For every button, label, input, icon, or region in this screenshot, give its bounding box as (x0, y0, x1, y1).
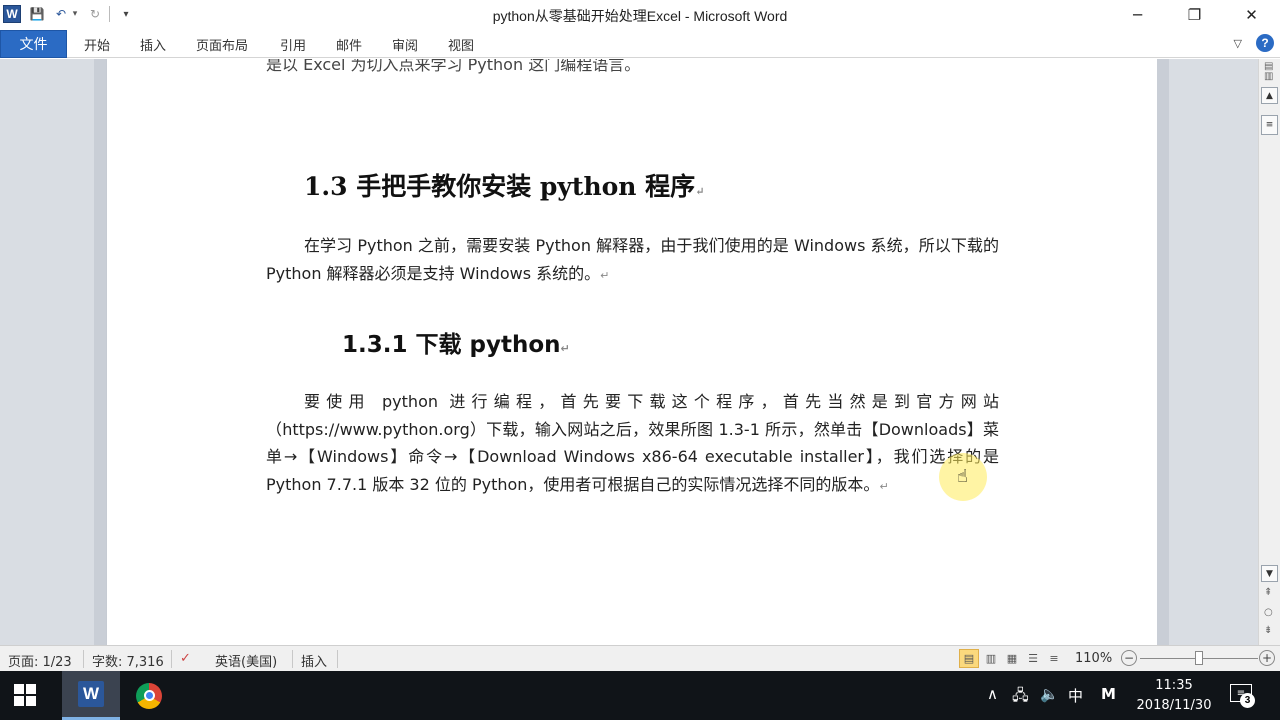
paragraph-download[interactable]: 要使用 python 进行编程，首先要下载这个程序，首先当然是到官方网站（htt… (266, 388, 999, 500)
paragraph-mark: ↵ (560, 342, 570, 355)
paragraph-mark: ↵ (600, 268, 610, 282)
taskbar: W ∧ 🖧 🔈 中 M 11:35 2018/11/30 ≡ 3 (0, 671, 1280, 720)
tab-file[interactable]: 文件 (0, 30, 67, 58)
taskbar-word-button[interactable]: W (62, 671, 120, 720)
heading-1-3[interactable]: 1.3 手把手教你安装 python 程序↵ (304, 167, 704, 203)
restore-button[interactable]: ❐ (1166, 0, 1223, 30)
help-icon[interactable]: ? (1256, 34, 1274, 52)
paragraph-2-text: 要使用 python 进行编程，首先要下载这个程序，首先当然是到官方网站（htt… (266, 392, 999, 494)
status-divider (337, 650, 338, 668)
notification-count-badge: 3 (1240, 693, 1255, 708)
start-button-icon[interactable] (14, 684, 36, 706)
page-indicator[interactable]: 页面: 1/23 (8, 651, 72, 670)
ime-mode-indicator[interactable]: 中 (1068, 685, 1083, 706)
zoom-slider-thumb[interactable] (1195, 651, 1203, 665)
scroll-thumb[interactable]: ≡ (1261, 115, 1278, 135)
minimize-ribbon-icon[interactable]: ▽ (1234, 37, 1242, 50)
paragraph-install-intro[interactable]: 在学习 Python 之前，需要安装 Python 解释器，由于我们使用的是 W… (266, 232, 999, 289)
tab-review[interactable]: 审阅 (392, 35, 418, 54)
paragraph-mark: ↵ (879, 479, 889, 493)
full-screen-reading-icon[interactable]: ▥ (981, 649, 1001, 668)
document-page[interactable] (107, 59, 1157, 645)
language-indicator[interactable]: 英语(美国) (215, 651, 277, 670)
clock-time: 11:35 (1155, 678, 1193, 693)
minimize-button[interactable]: ─ (1109, 0, 1166, 30)
tab-view[interactable]: 视图 (448, 35, 474, 54)
paragraph-mark: ↵ (695, 185, 705, 198)
partial-text-line: 是以 Excel 为切入点来学习 Python 这门编程语言。 (266, 59, 641, 74)
page-shadow-right (1157, 59, 1169, 645)
tab-references[interactable]: 引用 (280, 35, 306, 54)
zoom-out-button[interactable]: − (1121, 650, 1137, 666)
insert-mode[interactable]: 插入 (301, 651, 327, 670)
proofing-icon[interactable]: ✓ (180, 651, 191, 666)
ribbon-right-controls: ▽ ? (1234, 34, 1274, 52)
heading-1-3-text: 1.3 手把手教你安装 python 程序 (304, 172, 696, 201)
volume-icon[interactable]: 🔈 (1040, 685, 1059, 703)
word-count[interactable]: 字数: 7,316 (92, 651, 164, 670)
zoom-level[interactable]: 110% (1075, 651, 1112, 666)
ime-indicator-icon[interactable]: M (1101, 685, 1116, 703)
heading-1-3-1-text: 1.3.1 下载 python (342, 332, 561, 358)
taskbar-chrome-button[interactable] (122, 671, 176, 720)
tray-chevron-icon[interactable]: ∧ (987, 685, 998, 703)
title-bar: W 💾 ↶ ▾ ↻ ▾ python从零基础开始处理Excel - Micros… (0, 0, 1280, 30)
window-controls: ─ ❐ ✕ (1109, 0, 1280, 30)
scroll-up-button[interactable]: ▲ (1261, 87, 1278, 104)
network-icon[interactable]: 🖧 (1012, 685, 1029, 710)
close-button[interactable]: ✕ (1223, 0, 1280, 30)
window-title: python从零基础开始处理Excel - Microsoft Word (492, 8, 788, 24)
document-area[interactable]: 是以 Excel 为切入点来学习 Python 这门编程语言。 1.3 手把手教… (0, 59, 1258, 645)
status-bar: 页面: 1/23 字数: 7,316 ✓ 英语(美国) 插入 ▤ ▥ ▦ ☰ ≡… (0, 645, 1280, 671)
hand-cursor-icon: ☝ (957, 466, 968, 487)
select-browse-object-icon[interactable]: ○ (1264, 607, 1273, 618)
scroll-down-button[interactable]: ▼ (1261, 565, 1278, 582)
view-ruler-icon[interactable]: ▥ (1264, 71, 1273, 82)
draft-view-icon[interactable]: ≡ (1044, 649, 1064, 668)
tab-page-layout[interactable]: 页面布局 (196, 35, 248, 54)
page-shadow-left (94, 59, 107, 645)
clock[interactable]: 11:35 2018/11/30 (1128, 676, 1220, 716)
status-divider (83, 650, 84, 668)
outline-view-icon[interactable]: ☰ (1023, 649, 1043, 668)
ribbon-tabs: 文件 开始 插入 页面布局 引用 邮件 审阅 视图 ▽ ? (0, 30, 1280, 58)
tab-mailings[interactable]: 邮件 (336, 35, 362, 54)
word-icon: W (78, 681, 104, 707)
status-divider (171, 650, 172, 668)
paragraph-1-text: 在学习 Python 之前，需要安装 Python 解释器，由于我们使用的是 W… (266, 236, 999, 283)
heading-1-3-1[interactable]: 1.3.1 下载 python↵ (342, 325, 570, 359)
clock-date: 2018/11/30 (1136, 698, 1212, 713)
chrome-icon (136, 682, 162, 709)
zoom-in-button[interactable]: + (1259, 650, 1275, 666)
tab-home[interactable]: 开始 (84, 35, 110, 54)
status-divider (292, 650, 293, 668)
vertical-scrollbar[interactable]: ▤ ▥ ▲ ≡ ▼ ⇞ ○ ⇟ (1258, 59, 1280, 645)
next-page-icon[interactable]: ⇟ (1264, 625, 1272, 636)
web-layout-icon[interactable]: ▦ (1002, 649, 1022, 668)
tab-insert[interactable]: 插入 (140, 35, 166, 54)
previous-page-icon[interactable]: ⇞ (1264, 587, 1272, 598)
print-layout-view-icon[interactable]: ▤ (959, 649, 979, 668)
